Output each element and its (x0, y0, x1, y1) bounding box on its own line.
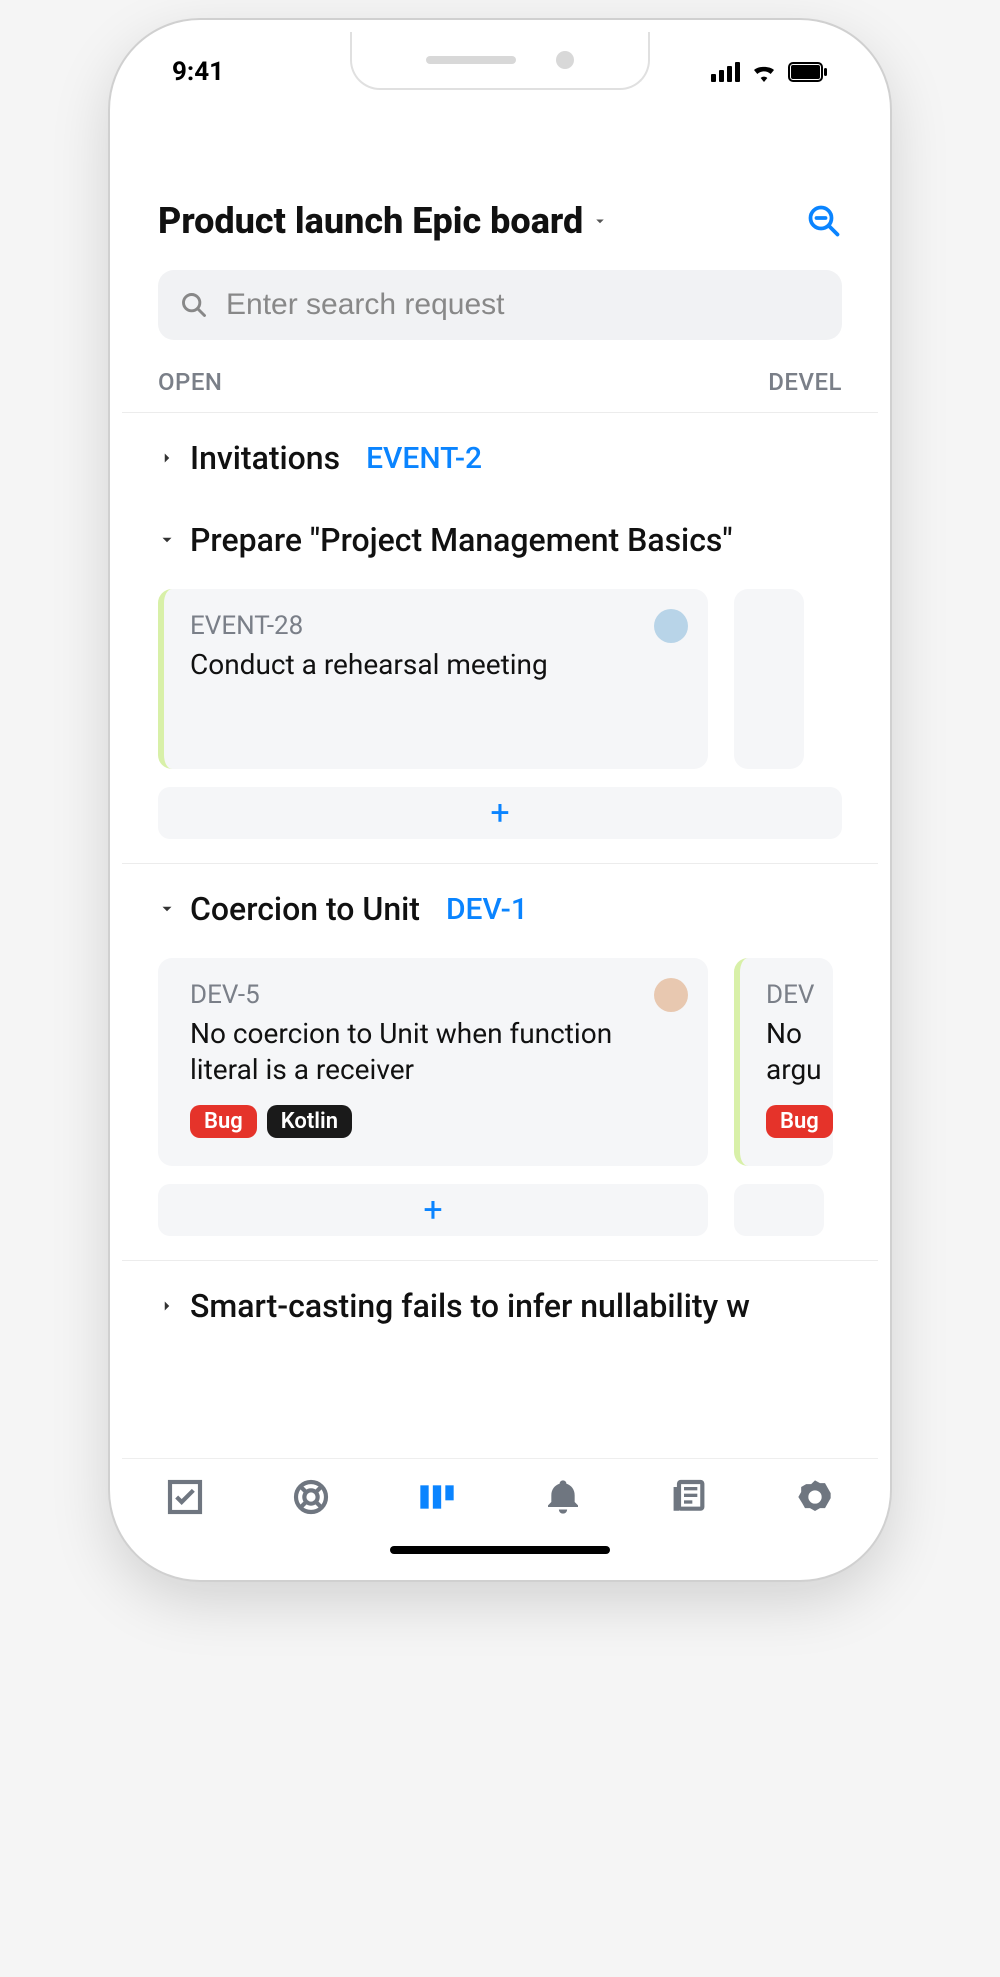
cellular-icon (711, 62, 740, 82)
issue-card-peek[interactable]: DEV Noargu Bug (734, 958, 833, 1166)
section-title: Smart-casting fails to infer nullability… (190, 1287, 750, 1325)
status-time: 9:41 (172, 57, 224, 87)
section-header-invitations[interactable]: Invitations EVENT-2 (158, 439, 842, 485)
nav-notifications-icon[interactable] (543, 1477, 583, 1517)
board-title: Product launch Epic board (158, 200, 583, 242)
section-title: Coercion to Unit (190, 890, 420, 928)
issue-card[interactable]: EVENT-28 Conduct a rehearsal meeting (158, 589, 708, 769)
section-title: Invitations (190, 439, 340, 477)
zoom-out-icon[interactable] (806, 203, 842, 239)
nav-help-icon[interactable] (291, 1477, 331, 1517)
avatar (654, 609, 688, 643)
column-open[interactable]: OPEN (158, 368, 222, 396)
add-card-button[interactable]: + (158, 1184, 708, 1236)
add-card-button[interactable]: + (158, 787, 842, 839)
card-title: Noargu (766, 1016, 833, 1089)
plus-icon: + (423, 1190, 442, 1230)
card-code: DEV-5 (190, 980, 682, 1010)
tag-bug: Bug (190, 1105, 257, 1138)
home-indicator[interactable] (390, 1546, 610, 1554)
section-code: DEV-1 (446, 892, 528, 927)
chevron-down-icon (158, 527, 176, 553)
board-title-dropdown[interactable]: Product launch Epic board (158, 200, 609, 242)
search-input[interactable] (226, 288, 820, 322)
nav-settings-icon[interactable] (795, 1477, 835, 1517)
issue-card-peek[interactable] (734, 589, 804, 769)
plus-icon: + (490, 793, 509, 833)
status-icons (711, 62, 828, 82)
search-icon (180, 291, 208, 319)
card-title: Conduct a rehearsal meeting (190, 647, 682, 683)
issue-card[interactable]: DEV-5 No coercion to Unit when function … (158, 958, 708, 1166)
chevron-down-icon (591, 212, 609, 230)
section-header-smartcast[interactable]: Smart-casting fails to infer nullability… (158, 1287, 842, 1333)
card-code: EVENT-28 (190, 611, 682, 641)
column-devel[interactable]: DEVEL (768, 368, 842, 396)
section-header-prepare[interactable]: Prepare "Project Management Basics" (158, 521, 842, 567)
nav-articles-icon[interactable] (669, 1477, 709, 1517)
add-card-button-peek[interactable] (734, 1184, 824, 1236)
chevron-right-icon (158, 445, 176, 471)
nav-tasks-icon[interactable] (165, 1477, 205, 1517)
card-code: DEV (766, 980, 833, 1010)
card-title: No coercion to Unit when function litera… (190, 1016, 682, 1089)
section-title: Prepare "Project Management Basics" (190, 521, 733, 559)
avatar (654, 978, 688, 1012)
section-header-coercion[interactable]: Coercion to Unit DEV-1 (158, 890, 842, 936)
tag-bug: Bug (766, 1105, 833, 1138)
tag-kotlin: Kotlin (267, 1105, 352, 1138)
battery-icon (788, 62, 828, 82)
chevron-down-icon (158, 896, 176, 922)
nav-boards-icon[interactable] (417, 1477, 457, 1517)
wifi-icon (750, 62, 778, 82)
section-code: EVENT-2 (366, 441, 482, 476)
chevron-right-icon (158, 1293, 176, 1319)
search-input-container[interactable] (158, 270, 842, 340)
